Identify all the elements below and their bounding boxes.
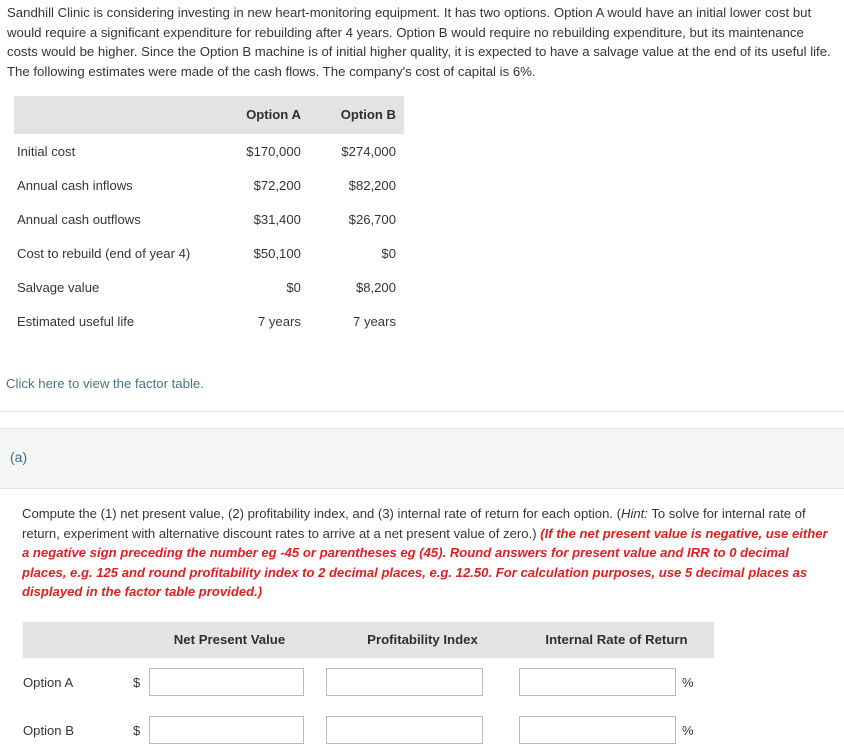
row-label-salvage-value: Salvage value <box>17 279 100 295</box>
table-row: Cost to rebuild (end of year 4) $50,100 … <box>14 236 404 270</box>
row-label-initial-cost: Initial cost <box>17 143 76 159</box>
cell-salvage-value-option-b: $8,200 <box>355 279 396 295</box>
table-header-row: Option A Option B <box>14 96 404 134</box>
answer-cell-npv-option-a: $ <box>133 658 326 706</box>
column-header-option-b: Option B <box>308 96 404 134</box>
cell-initial-cost-option-a: $170,000 <box>246 143 301 159</box>
row-label-annual-cash-inflows: Annual cash inflows <box>17 177 133 193</box>
cell-estimated-useful-life-option-a: 7 years <box>257 313 301 329</box>
npv-input-option-b[interactable] <box>149 716 304 744</box>
answer-cell-irr-option-a: % <box>519 658 714 706</box>
table-row: Annual cash inflows $72,200 $82,200 <box>14 168 404 202</box>
table-row: Estimated useful life 7 years 7 years <box>14 304 404 338</box>
row-label-annual-cash-outflows: Annual cash outflows <box>17 211 141 227</box>
npv-input-option-a[interactable] <box>149 668 304 696</box>
section-divider <box>0 411 844 412</box>
question-lead-text: Compute the (1) net present value, (2) p… <box>22 506 621 521</box>
profitability-index-input-option-b[interactable] <box>326 716 483 744</box>
cell-estimated-useful-life-option-b: 7 years <box>353 313 396 329</box>
percent-sign-suffix: % <box>682 722 694 738</box>
answer-cell-pi-option-a <box>326 658 519 706</box>
cell-annual-cash-inflows-option-b: $82,200 <box>348 177 396 193</box>
part-a-label: (a) <box>10 449 28 465</box>
cash-flow-estimates-table: Option A Option B Initial cost $170,000 … <box>14 96 404 338</box>
column-header-option-a: Option A <box>214 96 309 134</box>
table-row: Salvage value $0 $8,200 <box>14 270 404 304</box>
cell-cost-to-rebuild-option-b: $0 <box>381 245 396 261</box>
problem-intro-paragraph: Sandhill Clinic is considering investing… <box>7 5 831 79</box>
row-label-estimated-useful-life: Estimated useful life <box>17 313 135 329</box>
column-header-blank <box>14 96 215 134</box>
cell-salvage-value-option-a: $0 <box>286 279 301 295</box>
table-row: Initial cost $170,000 $274,000 <box>14 134 404 168</box>
table-row: Annual cash outflows $31,400 $26,700 <box>14 202 404 236</box>
hint-word: Hint: <box>621 506 648 521</box>
row-label-cost-to-rebuild: Cost to rebuild (end of year 4) <box>17 245 191 261</box>
answer-row-option-a: Option A $ % <box>23 658 714 706</box>
answer-column-header-internal-rate-of-return: Internal Rate of Return <box>519 622 714 658</box>
irr-input-option-a[interactable] <box>519 668 676 696</box>
question-instructions: Compute the (1) net present value, (2) p… <box>22 504 834 602</box>
cell-annual-cash-outflows-option-b: $26,700 <box>348 211 396 227</box>
answer-entry-table: Net Present Value Profitability Index In… <box>23 622 714 754</box>
cell-annual-cash-outflows-option-a: $31,400 <box>253 211 301 227</box>
percent-sign-suffix: % <box>682 674 694 690</box>
answer-column-header-net-present-value: Net Present Value <box>133 622 326 658</box>
answer-column-header-profitability-index: Profitability Index <box>326 622 519 658</box>
irr-input-option-b[interactable] <box>519 716 676 744</box>
part-a-band: (a) <box>0 428 844 489</box>
factor-table-link[interactable]: Click here to view the factor table. <box>6 376 204 391</box>
cell-cost-to-rebuild-option-a: $50,100 <box>253 245 301 261</box>
profitability-index-input-option-a[interactable] <box>326 668 483 696</box>
dollar-sign-prefix: $ <box>133 674 141 690</box>
cell-initial-cost-option-b: $274,000 <box>341 143 396 159</box>
cell-annual-cash-inflows-option-a: $72,200 <box>253 177 301 193</box>
dollar-sign-prefix: $ <box>133 722 141 738</box>
answer-table-header-row: Net Present Value Profitability Index In… <box>23 622 714 658</box>
answer-row-label-option-a: Option A <box>23 674 74 690</box>
answer-column-header-blank <box>23 622 133 658</box>
